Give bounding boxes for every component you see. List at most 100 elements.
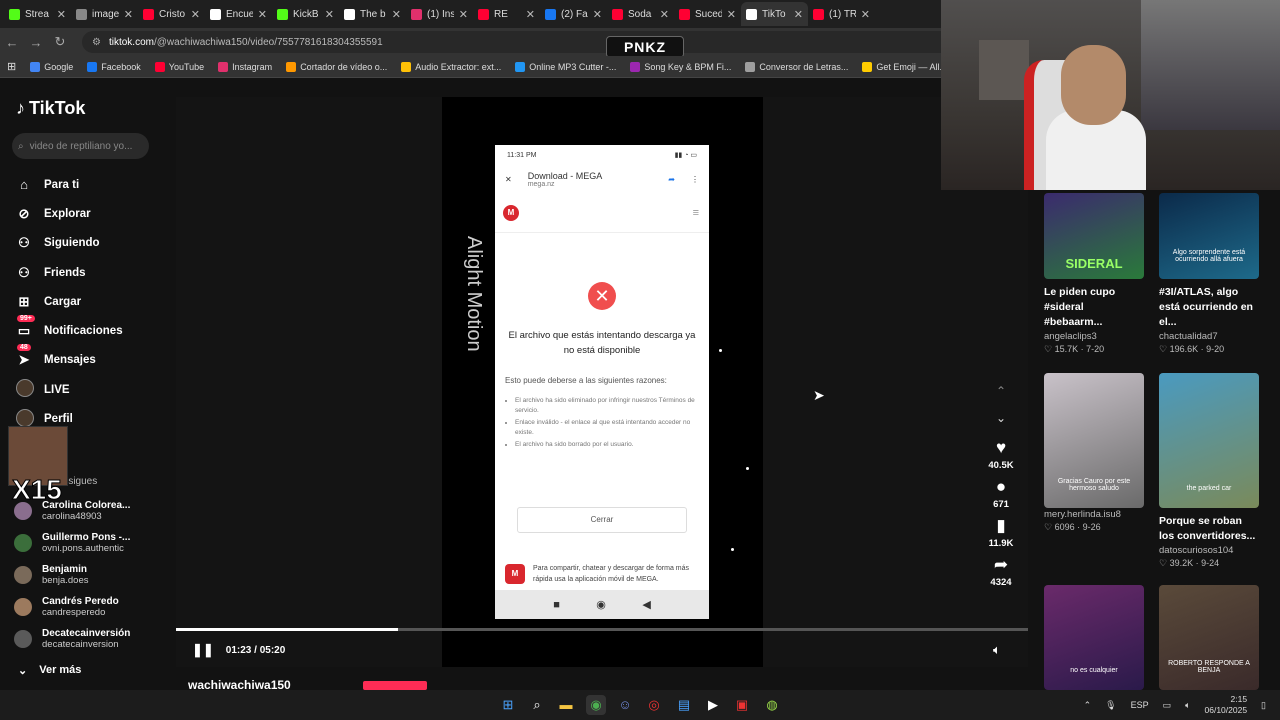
- tiktok-logo[interactable]: ♪ TikTok: [16, 98, 85, 119]
- file-explorer-icon[interactable]: ▬: [556, 695, 576, 715]
- discord-icon[interactable]: ☺: [615, 695, 635, 715]
- search-taskbar-icon[interactable]: ⌕: [527, 695, 547, 715]
- video-card[interactable]: the parked car Porque se roban los conver…: [1159, 373, 1259, 569]
- sidebar-item-para-ti[interactable]: ⌂ Para ti: [16, 170, 123, 199]
- pause-icon[interactable]: ❚❚: [192, 642, 214, 658]
- close-tab-icon[interactable]: ✕: [861, 8, 870, 21]
- close-tab-icon[interactable]: ✕: [57, 8, 66, 21]
- bookmark-item[interactable]: Online MP3 Cutter -...: [508, 61, 623, 72]
- bookmark-item[interactable]: Instagram: [211, 61, 279, 72]
- see-more-button[interactable]: ⌄ Ver más: [18, 664, 81, 677]
- obs-app-icon[interactable]: ▣: [732, 695, 752, 715]
- video-card[interactable]: Algo sorprendente está ocurriendo allá a…: [1159, 193, 1259, 355]
- close-tab-icon[interactable]: ✕: [459, 8, 468, 21]
- forward-icon[interactable]: →: [24, 35, 48, 50]
- site-info-icon[interactable]: ⚙: [92, 37, 101, 48]
- bookmark-item[interactable]: Get Emoji — All...: [855, 61, 954, 72]
- sidebar-item-friends[interactable]: ⚇ Friends: [16, 258, 123, 287]
- bookmark-item[interactable]: Facebook: [80, 61, 148, 72]
- following-account[interactable]: Guillermo Pons -... ovni.pons.authentic: [14, 527, 164, 559]
- browser-tab[interactable]: Soda ✕: [607, 2, 674, 26]
- volume-icon[interactable]: 🔈︎: [993, 642, 1001, 658]
- sidebar-item-explorar[interactable]: ⊘ Explorar: [16, 199, 123, 228]
- video-progress-bar[interactable]: [176, 628, 1028, 631]
- microphone-icon[interactable]: 🎙︎: [1105, 700, 1116, 711]
- notepad-icon[interactable]: ▤: [674, 695, 694, 715]
- close-tab-icon[interactable]: ✕: [593, 8, 602, 21]
- video-thumbnail[interactable]: the parked car: [1159, 373, 1259, 508]
- bookmark-item[interactable]: Audio Extractor: ext...: [394, 61, 508, 72]
- network-icon[interactable]: ▭: [1163, 700, 1172, 711]
- close-tab-icon[interactable]: ✕: [392, 8, 401, 21]
- close-tab-icon[interactable]: ✕: [325, 8, 334, 21]
- notification-icon[interactable]: ▯: [1261, 700, 1266, 711]
- video-author[interactable]: mery.herlinda.isu8: [1044, 509, 1144, 520]
- sidebar-item-mensajes[interactable]: ➤ 48 Mensajes: [16, 344, 123, 375]
- bookmark-item[interactable]: Conversor de Letras...: [738, 61, 855, 72]
- video-thumbnail[interactable]: Gracias Cauro por este hermoso saludo: [1044, 373, 1144, 508]
- apps-icon[interactable]: ⊞: [0, 60, 23, 73]
- video-thumbnail[interactable]: ROBERTO RESPONDE A BENJA: [1159, 585, 1259, 690]
- language-indicator[interactable]: ESP: [1131, 700, 1149, 710]
- browser-tab[interactable]: The b ✕: [339, 2, 406, 26]
- reload-icon[interactable]: ↻: [48, 34, 72, 50]
- sidebar-item-notificaciones[interactable]: ▭ 99+ Notificaciones: [16, 315, 123, 345]
- browser-tab[interactable]: (1) TR ✕: [808, 2, 875, 26]
- start-icon[interactable]: ⊞: [498, 695, 518, 715]
- close-tab-icon[interactable]: ✕: [660, 8, 669, 21]
- share-button[interactable]: ➦ 4324: [982, 555, 1020, 588]
- bookmark-item[interactable]: Google: [23, 61, 80, 72]
- browser-tab[interactable]: Encue ✕: [205, 2, 272, 26]
- video-card[interactable]: ROBERTO RESPONDE A BENJA: [1159, 585, 1259, 690]
- speaker-icon[interactable]: 🔈︎: [1185, 700, 1190, 711]
- browser-tab[interactable]: (1) Ins ✕: [406, 2, 473, 26]
- close-tab-icon[interactable]: ✕: [526, 8, 535, 21]
- video-card[interactable]: no es cualquier: [1044, 585, 1144, 690]
- close-tab-icon[interactable]: ✕: [124, 8, 133, 21]
- close-tab-icon[interactable]: ✕: [727, 8, 736, 21]
- browser-tab[interactable]: image ✕: [71, 2, 138, 26]
- comment-button[interactable]: ● 671: [982, 477, 1020, 510]
- app-icon[interactable]: ◎: [644, 695, 664, 715]
- video-card[interactable]: Gracias Cauro por este hermoso saludo mer…: [1044, 373, 1144, 533]
- following-account[interactable]: Decatecainversión decatecainversion: [14, 623, 164, 655]
- previous-video-icon[interactable]: ⌃: [982, 384, 1020, 411]
- like-button[interactable]: ♥ 40.5K: [982, 438, 1020, 471]
- chrome-icon[interactable]: ◉: [586, 695, 606, 715]
- bookmark-item[interactable]: Song Key & BPM Fi...: [623, 61, 738, 72]
- tray-chevron-icon[interactable]: ⌃: [1084, 700, 1092, 711]
- browser-tab[interactable]: (2) Fa ✕: [540, 2, 607, 26]
- video-thumbnail[interactable]: Algo sorprendente está ocurriendo allá a…: [1159, 193, 1259, 279]
- author-handle[interactable]: wachiwachiwa150: [188, 678, 291, 690]
- video-thumbnail[interactable]: no es cualquier: [1044, 585, 1144, 690]
- video-author[interactable]: datoscuriosos104: [1159, 545, 1259, 556]
- search-input[interactable]: ⌕ video de reptiliano yo...: [12, 133, 149, 159]
- address-bar[interactable]: ⚙ tiktok.com/@wachiwachiwa150/video/7557…: [82, 31, 982, 53]
- browser-tab[interactable]: Strea ✕: [4, 2, 71, 26]
- clock[interactable]: 2:15 06/10/2025: [1205, 694, 1248, 716]
- following-account[interactable]: Candrés Peredo candresperedo: [14, 591, 164, 623]
- back-icon[interactable]: ←: [0, 35, 24, 50]
- close-tab-icon[interactable]: ✕: [794, 8, 803, 21]
- sidebar-item-siguiendo[interactable]: ⚇ Siguiendo: [16, 229, 123, 258]
- browser-tab[interactable]: KickB ✕: [272, 2, 339, 26]
- sidebar-item-live[interactable]: LIVE: [16, 375, 123, 404]
- browser-tab[interactable]: TikTo ✕: [741, 2, 808, 26]
- save-button[interactable]: ▮ 11.9K: [982, 516, 1020, 549]
- close-tab-icon[interactable]: ✕: [191, 8, 200, 21]
- next-video-icon[interactable]: ⌄: [982, 411, 1020, 438]
- bookmark-item[interactable]: YouTube: [148, 61, 211, 72]
- video-card[interactable]: SIDERAL Le piden cupo #sideral #bebaarm..…: [1044, 193, 1144, 355]
- video-author[interactable]: angelaclips3: [1044, 331, 1144, 342]
- browser-tab[interactable]: Suced ✕: [674, 2, 741, 26]
- game-icon[interactable]: ◍: [762, 695, 782, 715]
- sidebar-item-cargar[interactable]: ⊞ Cargar: [16, 287, 123, 316]
- bookmark-item[interactable]: Cortador de vídeo o...: [279, 61, 394, 72]
- video-thumbnail[interactable]: SIDERAL: [1044, 193, 1144, 279]
- close-tab-icon[interactable]: ✕: [258, 8, 267, 21]
- browser-tab[interactable]: RE ✕: [473, 2, 540, 26]
- video-author[interactable]: chactualidad7: [1159, 331, 1259, 342]
- follow-button[interactable]: [363, 681, 427, 690]
- following-account[interactable]: Benjamin benja.does: [14, 559, 164, 591]
- browser-tab[interactable]: Cristo ✕: [138, 2, 205, 26]
